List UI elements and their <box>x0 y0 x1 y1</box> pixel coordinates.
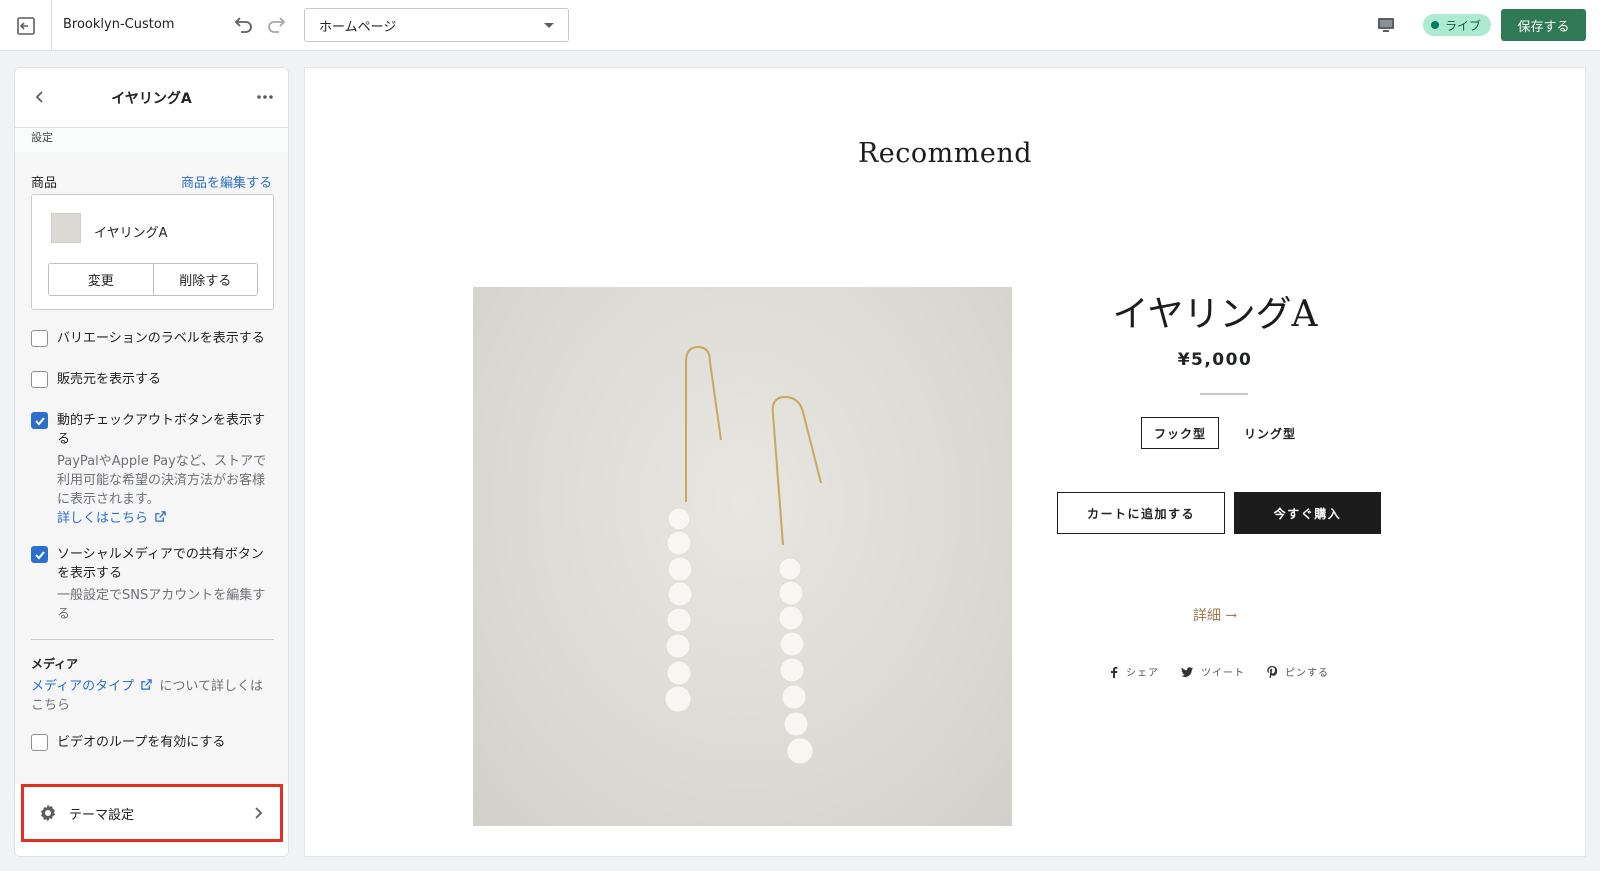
sidebar-header: イヤリングA <box>15 68 288 128</box>
desktop-icon <box>1378 18 1394 32</box>
section-heading: Recommend <box>857 138 1033 169</box>
video-loop-checkbox-row[interactable]: ビデオのループを有効にする <box>31 733 274 752</box>
undo-button[interactable] <box>232 13 254 39</box>
product-image[interactable] <box>473 287 1012 826</box>
product-price: ¥5,000 <box>1177 350 1253 370</box>
checkbox-label: バリエーションのラベルを表示する <box>57 331 265 346</box>
share-label: ツイート <box>1201 668 1245 679</box>
page-selector[interactable]: ホームページ <box>304 8 569 42</box>
page-selector-value: ホームページ <box>319 19 397 35</box>
settings-panel: 商品 商品を編集する イヤリングA 変更 削除する バリエーションのラベルを表示… <box>15 152 288 784</box>
share-label: シェア <box>1126 668 1159 679</box>
product-label: 商品 <box>31 176 58 191</box>
settings-sidebar: イヤリングA 設定 商品 商品を編集する イヤリングA 変更 削除する バリエー… <box>14 67 289 857</box>
variant-option-ring[interactable]: リング型 <box>1230 417 1310 449</box>
chevron-right-icon <box>255 807 263 819</box>
variant-option-hook[interactable]: フック型 <box>1141 417 1219 449</box>
storefront-preview: Recommend イヤリングA ¥5,000 フック型 リング型 カートに追加… <box>304 67 1586 857</box>
add-to-cart-button[interactable]: カートに追加する <box>1057 492 1225 534</box>
settings-caption: 設定 <box>31 131 53 144</box>
more-dots-icon <box>257 95 273 99</box>
chevron-down-icon <box>544 22 554 28</box>
details-link[interactable]: 詳細 → <box>1025 605 1405 625</box>
remove-product-button[interactable]: 削除する <box>152 264 257 295</box>
checkbox[interactable] <box>31 734 48 751</box>
exit-editor-button[interactable] <box>0 0 52 51</box>
share-label: ピンする <box>1285 668 1329 679</box>
media-heading: メディア <box>31 657 79 671</box>
edit-product-link[interactable]: 商品を編集する <box>181 172 272 191</box>
checkbox-checked[interactable] <box>31 546 48 563</box>
checkbox-label: ソーシャルメディアでの共有ボタンを表示する <box>57 547 264 581</box>
desktop-preview-toggle[interactable] <box>1376 15 1396 39</box>
price-divider <box>1200 393 1248 395</box>
dynamic-checkout-help: PayPalやApple Payなど、ストアで利用可能な希望の決済方法がお客様に… <box>57 452 274 528</box>
checkbox-checked[interactable] <box>31 412 48 429</box>
theme-settings-button[interactable]: テーマ設定 <box>21 784 283 842</box>
earring-photo-icon <box>664 345 822 765</box>
share-twitter-button[interactable]: ツイート <box>1181 664 1245 679</box>
share-pinterest-button[interactable]: ピンする <box>1267 664 1329 679</box>
change-product-button[interactable]: 変更 <box>49 264 153 295</box>
live-dot-icon <box>1431 21 1439 29</box>
pinterest-icon <box>1267 665 1277 678</box>
vendor-checkbox-row[interactable]: 販売元を表示する <box>31 370 274 389</box>
variant-label-checkbox-row[interactable]: バリエーションのラベルを表示する <box>31 329 274 348</box>
save-button[interactable]: 保存する <box>1501 9 1586 41</box>
theme-settings-label: テーマ設定 <box>69 807 135 823</box>
checkmark-icon <box>34 416 45 425</box>
twitter-icon <box>1181 666 1193 677</box>
product-picker-card: イヤリングA 変更 削除する <box>31 194 274 310</box>
product-button-group: 変更 削除する <box>48 263 258 296</box>
external-link-icon <box>141 679 152 690</box>
section-title: イヤリングA <box>111 91 192 107</box>
checkbox[interactable] <box>31 371 48 388</box>
facebook-icon <box>1111 666 1118 678</box>
social-share-help: 一般設定でSNSアカウントを編集する <box>57 588 266 622</box>
live-status-label: ライブ <box>1445 18 1482 33</box>
redo-button[interactable] <box>266 13 288 39</box>
dynamic-checkout-checkbox-row[interactable]: 動的チェックアウトボタンを表示する <box>31 411 274 449</box>
checkbox-label: 動的チェックアウトボタンを表示する <box>57 413 266 447</box>
checkbox-label: ビデオのループを有効にする <box>57 735 226 750</box>
product-title: イヤリングA <box>1112 294 1318 335</box>
checkbox[interactable] <box>31 330 48 347</box>
gear-icon <box>41 804 55 822</box>
share-facebook-button[interactable]: シェア <box>1110 664 1159 679</box>
media-help: メディアのタイプ について詳しくはこちら <box>31 677 274 715</box>
learn-more-link[interactable]: 詳しくはこちら <box>57 511 148 526</box>
theme-name: Brooklyn-Custom <box>63 17 175 32</box>
social-share-checkbox-row[interactable]: ソーシャルメディアでの共有ボタンを表示する <box>31 545 274 583</box>
sidebar-body: 設定 商品 商品を編集する イヤリングA 変更 削除する バリエーションのラベル… <box>15 128 288 784</box>
product-thumbnail <box>51 213 81 243</box>
editor-topbar: Brooklyn-Custom ホームページ ライブ 保存する <box>0 0 1600 51</box>
media-types-link[interactable]: メディアのタイプ <box>31 679 134 694</box>
divider <box>31 639 274 640</box>
help-text: PayPalやApple Payなど、ストアで利用可能な希望の決済方法がお客様に… <box>57 454 267 507</box>
exit-icon <box>16 16 35 35</box>
buy-now-button[interactable]: 今すぐ購入 <box>1234 492 1381 534</box>
undo-icon <box>234 17 252 33</box>
checkmark-icon <box>34 550 45 559</box>
more-actions-button[interactable] <box>256 88 274 110</box>
checkbox-label: 販売元を表示する <box>57 372 162 387</box>
selected-product-name: イヤリングA <box>94 226 168 241</box>
external-link-icon <box>155 511 166 522</box>
live-status-badge: ライブ <box>1423 14 1492 36</box>
redo-icon <box>268 17 286 33</box>
social-share-row: シェア ツイート ピンする <box>1110 664 1329 679</box>
